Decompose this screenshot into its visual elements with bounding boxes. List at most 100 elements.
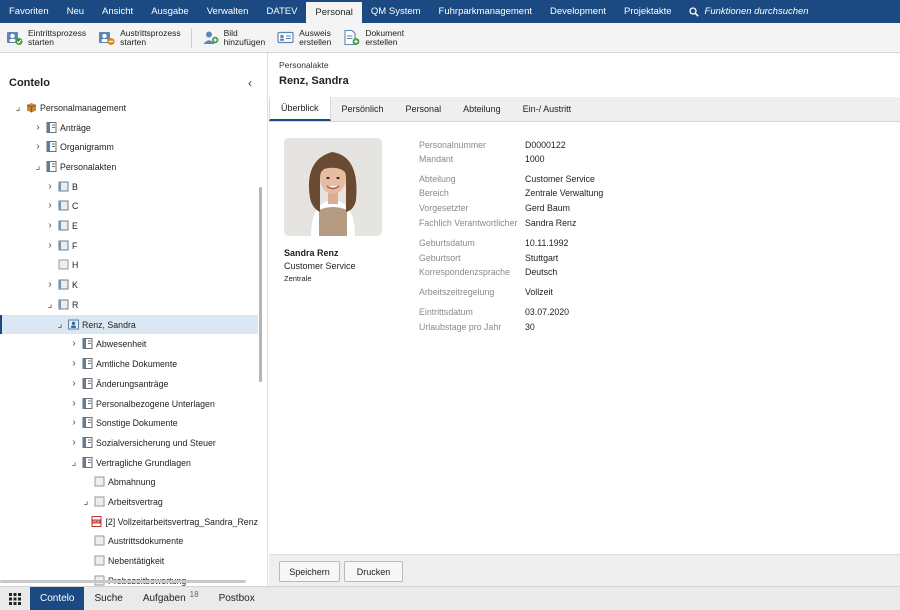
collapse-toggle-icon[interactable]: ⌟ bbox=[54, 319, 66, 330]
taskbar-contelo[interactable]: Contelo bbox=[30, 587, 85, 610]
menu-personal[interactable]: Personal bbox=[306, 0, 362, 23]
tree-node-label: Renz, Sandra bbox=[82, 319, 136, 330]
start-entry-process-button[interactable]: Eintrittsprozess starten bbox=[0, 23, 92, 53]
create-document-button[interactable]: Dokument erstellen bbox=[337, 23, 410, 53]
save-button[interactable]: Speichern bbox=[279, 561, 340, 582]
menu-neu[interactable]: Neu bbox=[58, 0, 93, 23]
taskbar-postbox[interactable]: Postbox bbox=[209, 587, 265, 610]
tree-node[interactable]: › K bbox=[0, 275, 258, 294]
tree-node-label: Vertragliche Grundlagen bbox=[96, 457, 191, 468]
binder-icon bbox=[82, 378, 93, 389]
folder-icon bbox=[58, 279, 69, 290]
tree-node[interactable]: ⌟ Arbeitsvertrag bbox=[0, 492, 258, 511]
expand-chevron-icon[interactable]: › bbox=[68, 378, 80, 389]
tree-node-label: Organigramm bbox=[60, 141, 114, 152]
expand-chevron-icon[interactable]: › bbox=[44, 279, 56, 290]
menu-datev[interactable]: DATEV bbox=[257, 0, 306, 23]
tree-node[interactable]: › Amtliche Dokumente bbox=[0, 354, 258, 373]
expand-chevron-icon[interactable]: › bbox=[68, 358, 80, 369]
taskbar-aufgaben[interactable]: Aufgaben 18 bbox=[133, 587, 209, 610]
binder-icon bbox=[46, 141, 57, 152]
tree-node[interactable]: › C bbox=[0, 196, 258, 215]
collapse-panel-icon[interactable]: ‹ bbox=[248, 76, 252, 90]
tree-node[interactable]: Probezeitbewertung bbox=[0, 571, 258, 586]
employee-location: Zentrale bbox=[284, 274, 312, 283]
tree-node[interactable]: Austrittsdokumente bbox=[0, 531, 258, 550]
folder-empty-icon bbox=[58, 259, 69, 270]
add-image-button[interactable]: Bild hinzufügen bbox=[196, 23, 272, 53]
start-exit-process-button[interactable]: Austrittsprozess starten bbox=[92, 23, 186, 53]
tree-node[interactable]: › F bbox=[0, 236, 258, 255]
collapse-toggle-icon[interactable]: ⌟ bbox=[44, 299, 56, 310]
tree-node-label: Abmahnung bbox=[108, 476, 156, 487]
tree-node[interactable]: › E bbox=[0, 216, 258, 235]
menu-verwalten[interactable]: Verwalten bbox=[198, 0, 258, 23]
add-image-icon bbox=[203, 31, 218, 44]
expand-chevron-icon[interactable]: › bbox=[44, 240, 56, 251]
folder-icon bbox=[58, 220, 69, 231]
tree-node[interactable]: ⌟ Renz, Sandra bbox=[0, 315, 258, 334]
print-button[interactable]: Drucken bbox=[344, 561, 403, 582]
tab-abteilung[interactable]: Abteilung bbox=[452, 97, 512, 121]
menu-ausgabe[interactable]: Ausgabe bbox=[142, 0, 198, 23]
tab-personal[interactable]: Personal bbox=[395, 97, 453, 121]
expand-chevron-icon[interactable]: › bbox=[68, 437, 80, 448]
tree-node-label: Anträge bbox=[60, 122, 91, 133]
app-grid-button[interactable] bbox=[0, 587, 30, 610]
tree-node[interactable]: › Sonstige Dokumente bbox=[0, 413, 258, 432]
function-search-placeholder: Funktionen durchsuchen bbox=[704, 6, 809, 17]
tree-node[interactable]: Abmahnung bbox=[0, 472, 258, 491]
collapse-toggle-icon[interactable]: ⌟ bbox=[32, 161, 44, 172]
menu-qm-system[interactable]: QM System bbox=[362, 0, 430, 23]
tree-node[interactable]: ⌟ R bbox=[0, 295, 258, 314]
tree-node[interactable]: PDF [2] Vollzeitarbeitsvertrag_Sandra_Ren… bbox=[0, 512, 258, 531]
tree-node[interactable]: Nebentätigkeit bbox=[0, 551, 258, 570]
taskbar-suche[interactable]: Suche bbox=[84, 587, 132, 610]
field-label-bereich: Bereich bbox=[419, 188, 449, 198]
expand-chevron-icon[interactable]: › bbox=[68, 338, 80, 349]
navigation-panel: Contelo ‹ ⌟ Personalmanagement › Anträge › Or… bbox=[0, 53, 268, 586]
tab-ein-austritt[interactable]: Ein-/ Austritt bbox=[512, 97, 583, 121]
menu-ansicht[interactable]: Ansicht bbox=[93, 0, 142, 23]
menu-projektakte[interactable]: Projektakte bbox=[615, 0, 681, 23]
exit-process-icon bbox=[99, 32, 115, 45]
tree-node[interactable]: › Personalbezogene Unterlagen bbox=[0, 394, 258, 413]
tree-node-label: Sozialversicherung und Steuer bbox=[96, 437, 216, 448]
id-card-icon bbox=[277, 31, 294, 44]
collapse-toggle-icon[interactable]: ⌟ bbox=[12, 102, 24, 113]
menu-development[interactable]: Development bbox=[541, 0, 615, 23]
field-label-geburtsdatum: Geburtsdatum bbox=[419, 238, 475, 248]
tree-vertical-scrollbar[interactable] bbox=[259, 187, 262, 382]
expand-chevron-icon[interactable]: › bbox=[68, 417, 80, 428]
field-value-bereich: Zentrale Verwaltung bbox=[525, 188, 604, 198]
tree-node[interactable]: › B bbox=[0, 177, 258, 196]
record-type-label: Personalakte bbox=[279, 60, 329, 70]
collapse-toggle-icon[interactable]: ⌟ bbox=[68, 457, 80, 468]
tree-node[interactable]: › Abwesenheit bbox=[0, 334, 258, 353]
tree-node[interactable]: ⌟ Personalakten bbox=[0, 157, 258, 176]
expand-chevron-icon[interactable]: › bbox=[44, 200, 56, 211]
tree-node[interactable]: › Sozialversicherung und Steuer bbox=[0, 433, 258, 452]
function-search[interactable]: Funktionen durchsuchen bbox=[681, 0, 809, 23]
expand-chevron-icon[interactable]: › bbox=[44, 220, 56, 231]
tree-node[interactable]: ⌟ Vertragliche Grundlagen bbox=[0, 453, 258, 472]
tree-node[interactable]: ⌟ Personalmanagement bbox=[0, 98, 258, 117]
tab-ueberblick[interactable]: Überblick bbox=[269, 97, 331, 121]
tree-node-label: Änderungsanträge bbox=[96, 378, 169, 389]
menu-favoriten[interactable]: Favoriten bbox=[0, 0, 58, 23]
tree-horizontal-scrollbar[interactable] bbox=[0, 580, 246, 583]
tab-persoenlich[interactable]: Persönlich bbox=[331, 97, 395, 121]
expand-chevron-icon[interactable]: › bbox=[32, 141, 44, 152]
tree-node[interactable]: › Anträge bbox=[0, 118, 258, 137]
menu-fuhrparkmanagement[interactable]: Fuhrparkmanagement bbox=[430, 0, 541, 23]
expand-chevron-icon[interactable]: › bbox=[32, 122, 44, 133]
tree-node[interactable]: › Organigramm bbox=[0, 137, 258, 156]
create-id-card-button[interactable]: Ausweis erstellen bbox=[271, 23, 337, 53]
tree-node[interactable]: H bbox=[0, 255, 258, 274]
field-label-fachlich-verantwortlicher: Fachlich Verantwortlicher bbox=[419, 218, 518, 228]
tree-node[interactable]: › Änderungsanträge bbox=[0, 374, 258, 393]
expand-chevron-icon[interactable]: › bbox=[68, 398, 80, 409]
collapse-toggle-icon[interactable]: ⌟ bbox=[80, 496, 92, 507]
field-value-urlaubstage: 30 bbox=[525, 322, 535, 332]
expand-chevron-icon[interactable]: › bbox=[44, 181, 56, 192]
